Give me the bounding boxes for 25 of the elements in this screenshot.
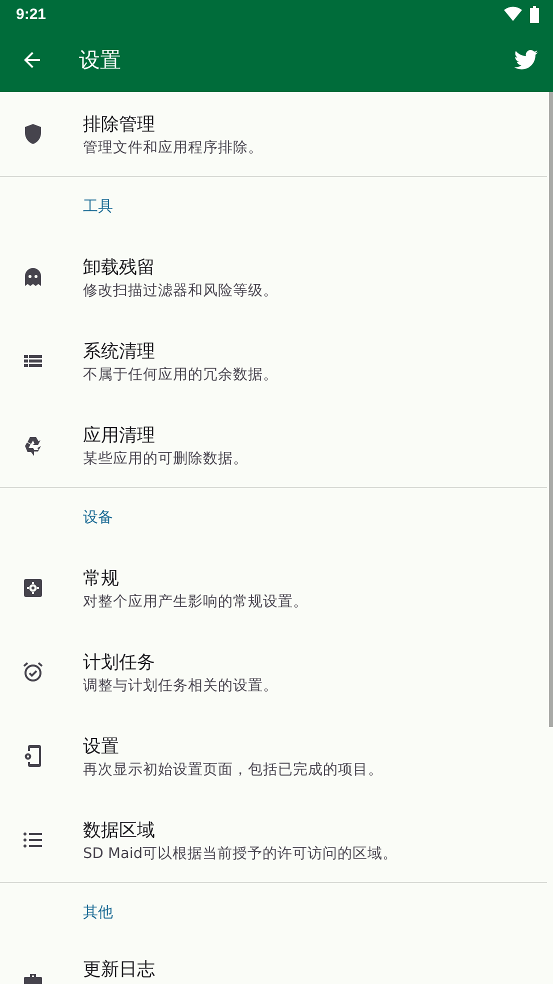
setting-description: SD Maid可以根据当前授予的许可访问的区域。 (83, 844, 398, 862)
toolbar-title: 设置 (79, 47, 122, 74)
setting-description: 修改扫描过滤器和风险等级。 (83, 282, 278, 300)
setting-description: 管理文件和应用程序排除。 (83, 138, 263, 156)
setting-title[interactable]: 数据区域 (83, 818, 398, 842)
setting-title[interactable]: 排除管理 (83, 112, 263, 136)
setting-title[interactable]: 常规 (83, 566, 308, 590)
setting-title[interactable]: 卸载残留 (83, 254, 278, 278)
setting-description: 调整与计划任务相关的设置。 (83, 676, 278, 694)
section-header: 设备 (82, 506, 114, 528)
status-time: 9:21 (16, 6, 46, 22)
section-header: 工具 (82, 196, 114, 216)
setting-description: 某些应用的可删除数据。 (83, 450, 248, 468)
setting-description: 不属于任何应用的冗余数据。 (83, 366, 278, 384)
setting-title[interactable]: 更新日志 (83, 957, 155, 981)
setting-description: 对整个应用产生影响的常规设置。 (83, 592, 308, 610)
setting-title[interactable]: 应用清理 (83, 422, 248, 446)
setting-title[interactable]: 设置 (83, 734, 383, 758)
wifi-icon (504, 6, 522, 22)
setting-description: 再次显示初始设置页面，包括已完成的项目。 (83, 760, 383, 778)
setting-title[interactable]: 系统清理 (83, 338, 278, 362)
battery-icon (530, 6, 539, 22)
setting-title[interactable]: 计划任务 (83, 650, 278, 674)
section-header: 其他 (82, 902, 114, 922)
alarm-clock-icon (20, 660, 44, 684)
